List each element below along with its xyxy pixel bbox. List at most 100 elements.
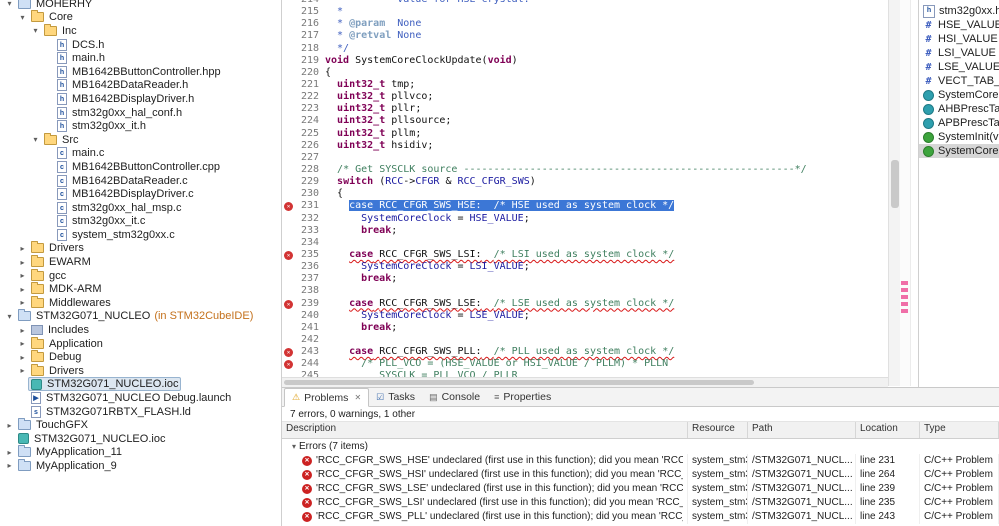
code-line[interactable]: 227 bbox=[282, 152, 888, 164]
tree-item[interactable]: ▸ gcc bbox=[0, 268, 281, 283]
outline-item[interactable]: # LSI_VALUE bbox=[919, 46, 999, 60]
code-line[interactable]: 228 /* Get SYSCLK source ---------------… bbox=[282, 164, 888, 176]
tree-item[interactable]: ▸ MyApplication_11 bbox=[0, 445, 281, 460]
code-line[interactable]: 240 SystemCoreClock = LSE_VALUE; bbox=[282, 310, 888, 322]
column-header-location[interactable]: Location bbox=[856, 422, 920, 438]
code-line[interactable]: 232 SystemCoreClock = HSE_VALUE; bbox=[282, 213, 888, 225]
chevron-expanded-icon[interactable] bbox=[292, 442, 296, 451]
problem-row[interactable]: ✕ 'RCC_CFGR_SWS_LSE' undeclared (first us… bbox=[282, 482, 999, 496]
problem-row[interactable]: ✕ 'RCC_CFGR_SWS_PLL' undeclared (first us… bbox=[282, 510, 999, 524]
outline-item[interactable]: SystemInit(void) : void bbox=[919, 130, 999, 144]
chevron-collapsed-icon[interactable]: ▸ bbox=[17, 285, 28, 294]
tree-item[interactable]: c MB1642BDataReader.c bbox=[0, 174, 281, 188]
tree-item[interactable]: ▸ Drivers bbox=[0, 363, 281, 378]
error-marker-icon[interactable]: ✕ bbox=[282, 358, 295, 370]
code-line[interactable]: 234 bbox=[282, 237, 888, 249]
tree-item[interactable]: h stm32g0xx_hal_conf.h bbox=[0, 106, 281, 120]
column-header-path[interactable]: Path bbox=[748, 422, 856, 438]
code-line[interactable]: 218 */ bbox=[282, 43, 888, 55]
error-marker-icon[interactable]: ✕ bbox=[282, 200, 295, 212]
tree-item[interactable]: ▸ Application bbox=[0, 336, 281, 351]
tree-item[interactable]: h stm32g0xx_it.h bbox=[0, 119, 281, 133]
chevron-expanded-icon[interactable]: ▾ bbox=[4, 0, 15, 8]
code-line[interactable]: 219 void SystemCoreClockUpdate(void) bbox=[282, 55, 888, 67]
code-line[interactable]: ✕ 244 /* PLL_VCO = (HSE_VALUE or HSI_VALU… bbox=[282, 358, 888, 370]
chevron-collapsed-icon[interactable]: ▸ bbox=[17, 353, 28, 362]
error-marker-icon[interactable]: ✕ bbox=[282, 346, 295, 358]
chevron-collapsed-icon[interactable]: ▸ bbox=[17, 271, 28, 280]
tree-item[interactable]: h main.h bbox=[0, 51, 281, 65]
tree-item[interactable]: c MB1642BDisplayDriver.c bbox=[0, 187, 281, 201]
editor-horizontal-scrollbar[interactable] bbox=[282, 377, 888, 387]
errors-group-row[interactable]: Errors (7 items) bbox=[282, 439, 999, 454]
tree-item[interactable]: h MB1642BDisplayDriver.h bbox=[0, 92, 281, 106]
code-line[interactable]: 238 bbox=[282, 285, 888, 297]
tree-item[interactable]: ▸ MyApplication_9 bbox=[0, 458, 281, 473]
tab-tasks[interactable]: ☑ Tasks bbox=[369, 389, 422, 406]
chevron-collapsed-icon[interactable]: ▸ bbox=[17, 244, 28, 253]
outline-item[interactable]: APBPrescTable bbox=[919, 116, 999, 130]
code-line[interactable]: ✕ 239 case RCC_CFGR_SWS_LSE: /* LSE used … bbox=[282, 298, 888, 310]
outline-item[interactable]: SystemCoreClock bbox=[919, 88, 999, 102]
tab-console[interactable]: ▤ Console bbox=[422, 389, 487, 406]
tab-properties[interactable]: ≡ Properties bbox=[487, 389, 558, 406]
code-line[interactable]: 226 uint32_t hsidiv; bbox=[282, 140, 888, 152]
scrollbar-thumb[interactable] bbox=[891, 160, 899, 208]
code-line[interactable]: 223 uint32_t pllr; bbox=[282, 103, 888, 115]
outline-item[interactable]: h stm32g0xx.h bbox=[919, 4, 999, 18]
column-header-resource[interactable]: Resource bbox=[688, 422, 748, 438]
error-marker-icon[interactable]: ✕ bbox=[282, 298, 295, 310]
tree-item[interactable]: ▸ Includes bbox=[0, 323, 281, 337]
code-line[interactable]: 225 uint32_t pllm; bbox=[282, 128, 888, 140]
tree-item[interactable]: ▸ TouchGFX bbox=[0, 418, 281, 432]
close-icon[interactable]: ✕ bbox=[354, 393, 361, 402]
scrollbar-thumb[interactable] bbox=[284, 380, 754, 385]
chevron-collapsed-icon[interactable]: ▸ bbox=[17, 339, 28, 348]
code-line[interactable]: 241 break; bbox=[282, 322, 888, 334]
code-line[interactable]: ✕ 231 case RCC_CFGR_SWS_HSE: /* HSE used … bbox=[282, 200, 888, 212]
code-line[interactable]: 224 uint32_t pllsource; bbox=[282, 115, 888, 127]
tree-item[interactable]: ▸ Drivers bbox=[0, 241, 281, 256]
chevron-collapsed-icon[interactable]: ▸ bbox=[4, 448, 15, 457]
problem-row[interactable]: ✕ 'RCC_CFGR_SWS_HSE' undeclared (first us… bbox=[282, 454, 999, 468]
tree-item[interactable]: c MB1642BButtonController.cpp bbox=[0, 160, 281, 174]
tree-item[interactable]: ▸ Middlewares bbox=[0, 295, 281, 310]
code-line[interactable]: 222 uint32_t pllvco; bbox=[282, 91, 888, 103]
tree-item[interactable]: h DCS.h bbox=[0, 38, 281, 52]
code-line[interactable]: 217 * @retval None bbox=[282, 30, 888, 42]
tree-item[interactable]: ▾ Src bbox=[0, 132, 281, 147]
tree-item[interactable]: h MB1642BButtonController.hpp bbox=[0, 65, 281, 79]
code-line[interactable]: ✕ 235 case RCC_CFGR_SWS_LSI: /* LSI used … bbox=[282, 249, 888, 261]
tree-item[interactable]: ▾ Core bbox=[0, 10, 281, 25]
column-header-type[interactable]: Type bbox=[920, 422, 999, 438]
code-editor[interactable]: 214 * value for HSE crystal.215 *216 * @… bbox=[282, 0, 888, 377]
code-line[interactable]: 236 SystemCoreClock = LSI_VALUE; bbox=[282, 261, 888, 273]
tree-item[interactable]: ▾ STM32G071_NUCLEO (in STM32CubeIDE) bbox=[0, 309, 281, 324]
code-line[interactable]: 216 * @param None bbox=[282, 18, 888, 30]
tree-item[interactable]: ▸ Debug bbox=[0, 350, 281, 364]
tree-item[interactable]: c stm32g0xx_hal_msp.c bbox=[0, 201, 281, 215]
code-line[interactable]: 220 { bbox=[282, 67, 888, 79]
code-line[interactable]: 229 switch (RCC->CFGR & RCC_CFGR_SWS) bbox=[282, 176, 888, 188]
code-line[interactable]: 245 SYSCLK = PLL_VCO / PLLR bbox=[282, 370, 888, 377]
chevron-collapsed-icon[interactable]: ▸ bbox=[17, 298, 28, 307]
chevron-expanded-icon[interactable]: ▾ bbox=[30, 26, 41, 35]
outline-item[interactable]: # VECT_TAB_OFFSET bbox=[919, 74, 999, 88]
chevron-collapsed-icon[interactable]: ▸ bbox=[17, 326, 28, 335]
outline-item[interactable]: # HSI_VALUE bbox=[919, 32, 999, 46]
tree-item[interactable]: h MB1642BDataReader.h bbox=[0, 79, 281, 93]
tree-item[interactable]: c stm32g0xx_it.c bbox=[0, 215, 281, 229]
code-line[interactable]: 237 break; bbox=[282, 273, 888, 285]
column-header-description[interactable]: Description bbox=[282, 422, 688, 438]
code-line[interactable]: ✕ 243 case RCC_CFGR_SWS_PLL: /* PLL used … bbox=[282, 346, 888, 358]
chevron-collapsed-icon[interactable]: ▸ bbox=[17, 258, 28, 267]
code-line[interactable]: 215 * bbox=[282, 6, 888, 18]
outline-item[interactable]: SystemCoreClockUpdate(void) : void bbox=[919, 144, 999, 158]
tree-item[interactable]: STM32G071_NUCLEO.ioc bbox=[0, 432, 281, 446]
code-line[interactable]: 221 uint32_t tmp; bbox=[282, 79, 888, 91]
tree-item[interactable]: ▸ MDK-ARM bbox=[0, 282, 281, 296]
tab-problems[interactable]: ⚠ Problems ✕ bbox=[284, 388, 370, 407]
chevron-expanded-icon[interactable]: ▾ bbox=[30, 135, 41, 144]
code-line[interactable]: 242 bbox=[282, 334, 888, 346]
chevron-collapsed-icon[interactable]: ▸ bbox=[4, 461, 15, 470]
